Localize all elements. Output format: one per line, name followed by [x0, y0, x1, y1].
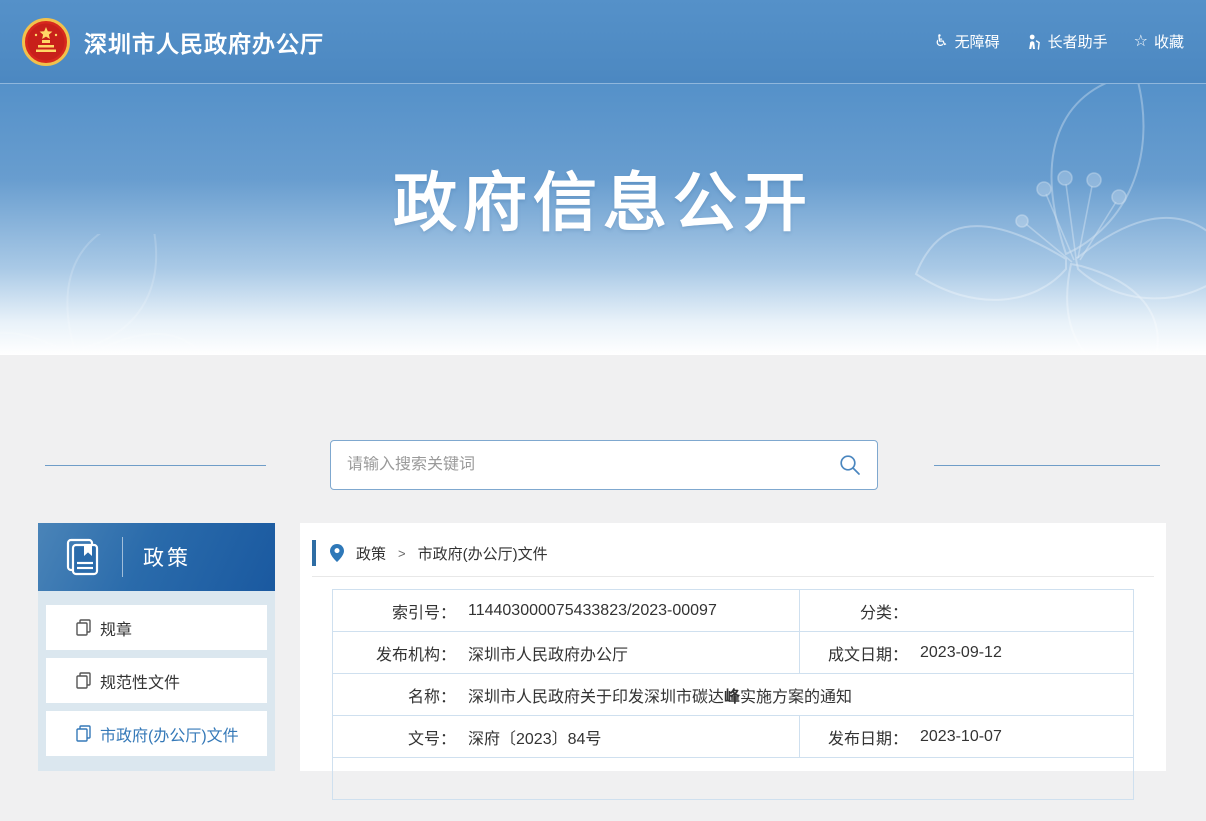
document-number-label: 文号： [333, 725, 456, 749]
sidebar-header-divider [122, 537, 123, 577]
breadcrumb-item-policy[interactable]: 政策 [356, 543, 386, 564]
accessibility-label: 无障碍 [955, 31, 1000, 52]
page-banner: 政府信息公开 [0, 84, 1206, 355]
sidebar-title: 政策 [143, 542, 191, 572]
favorite-link[interactable]: ☆ 收藏 [1134, 31, 1184, 52]
written-date-label: 成文日期： [800, 641, 908, 665]
sidebar-item-normative-documents[interactable]: 规范性文件 [46, 658, 267, 703]
policy-sidebar: 政策 规章 规范性文件 [38, 523, 275, 771]
national-emblem-logo [22, 18, 70, 66]
document-name-prefix: 深圳市人民政府关于印发深圳市碳达 [468, 689, 724, 706]
sidebar-item-municipal-government-documents[interactable]: 市政府(办公厅)文件 [46, 711, 267, 756]
sidebar-item-label: 规章 [100, 616, 132, 640]
breadcrumb-accent-bar [312, 540, 316, 566]
document-icon [76, 619, 91, 636]
index-number-cell: 索引号： 114403000075433823/2023-00097 [333, 590, 800, 631]
content-area: 政策 规章 规范性文件 [0, 355, 1206, 821]
document-name-suffix: 实施方案的通知 [740, 689, 852, 706]
index-number-value: 114403000075433823/2023-00097 [468, 602, 717, 620]
sidebar-item-label: 规范性文件 [100, 669, 180, 693]
publish-date-label: 发布日期： [800, 725, 908, 749]
document-name-cell: 名称： 深圳市人民政府关于印发深圳市碳达峰实施方案的通知 [333, 674, 1133, 715]
decorative-line [934, 465, 1160, 466]
decorative-line [45, 465, 266, 466]
issuing-agency-value: 深圳市人民政府办公厅 [468, 641, 628, 665]
document-icon [76, 672, 91, 689]
breadcrumb-wrap: 政策 > 市政府(办公厅)文件 [312, 540, 1154, 577]
header-utility-links: ♿ 无障碍 长者助手 ☆ 收藏 [934, 31, 1184, 52]
index-number-label: 索引号： [333, 599, 456, 623]
document-icon [76, 725, 91, 742]
written-date-cell: 成文日期： 2023-09-12 [800, 632, 1133, 673]
sidebar-item-label: 市政府(办公厅)文件 [100, 722, 239, 746]
flower-decoration-icon [0, 234, 200, 355]
search-input[interactable] [347, 456, 839, 474]
book-icon [62, 537, 102, 577]
table-row: 索引号： 114403000075433823/2023-00097 分类： [333, 590, 1133, 632]
content-row: 政策 规章 规范性文件 [38, 523, 1166, 771]
publish-date-cell: 发布日期： 2023-10-07 [800, 716, 1133, 757]
elder-assistant-link[interactable]: 长者助手 [1026, 31, 1108, 52]
table-row [333, 758, 1133, 800]
category-cell: 分类： [800, 590, 1133, 631]
document-number-cell: 文号： 深府〔2023〕84号 [333, 716, 800, 757]
table-row: 名称： 深圳市人民政府关于印发深圳市碳达峰实施方案的通知 [333, 674, 1133, 716]
main-panel: 政策 > 市政府(办公厅)文件 索引号： 114403000075433823/… [300, 523, 1166, 771]
breadcrumb-separator: > [398, 546, 406, 561]
document-meta-table: 索引号： 114403000075433823/2023-00097 分类： 发… [332, 589, 1134, 800]
sidebar-item-regulations[interactable]: 规章 [46, 605, 267, 650]
category-label: 分类： [800, 599, 908, 623]
page-title: 政府信息公开 [0, 152, 1206, 244]
search-section [0, 440, 1206, 490]
elder-assistant-label: 长者助手 [1048, 31, 1108, 52]
accessibility-link[interactable]: ♿ 无障碍 [934, 31, 999, 52]
issuing-agency-cell: 发布机构： 深圳市人民政府办公厅 [333, 632, 800, 673]
top-header-bar: 深圳市人民政府办公厅 ♿ 无障碍 长者助手 ☆ 收藏 [0, 0, 1206, 84]
issuing-agency-label: 发布机构： [333, 641, 456, 665]
table-row: 文号： 深府〔2023〕84号 发布日期： 2023-10-07 [333, 716, 1133, 758]
sidebar-header: 政策 [38, 523, 275, 591]
favorite-label: 收藏 [1154, 31, 1184, 52]
accessibility-icon: ♿ [934, 34, 948, 50]
site-title: 深圳市人民政府办公厅 [84, 25, 324, 59]
search-box [330, 440, 878, 490]
publish-date-value: 2023-10-07 [920, 728, 1002, 746]
breadcrumb: 政策 > 市政府(办公厅)文件 [312, 540, 1154, 566]
elder-assistant-icon [1026, 34, 1042, 50]
document-number-value: 深府〔2023〕84号 [468, 725, 601, 749]
document-name-highlight: 峰 [724, 689, 740, 706]
star-icon: ☆ [1134, 34, 1148, 50]
document-name-value: 深圳市人民政府关于印发深圳市碳达峰实施方案的通知 [468, 683, 852, 707]
written-date-value: 2023-09-12 [920, 644, 1002, 662]
sidebar-menu: 规章 规范性文件 市政府(办公厅)文件 [38, 591, 275, 764]
document-name-label: 名称： [333, 683, 456, 707]
breadcrumb-item-municipal-documents[interactable]: 市政府(办公厅)文件 [418, 543, 548, 564]
search-icon[interactable] [839, 454, 861, 476]
location-pin-icon [330, 544, 344, 562]
table-row: 发布机构： 深圳市人民政府办公厅 成文日期： 2023-09-12 [333, 632, 1133, 674]
